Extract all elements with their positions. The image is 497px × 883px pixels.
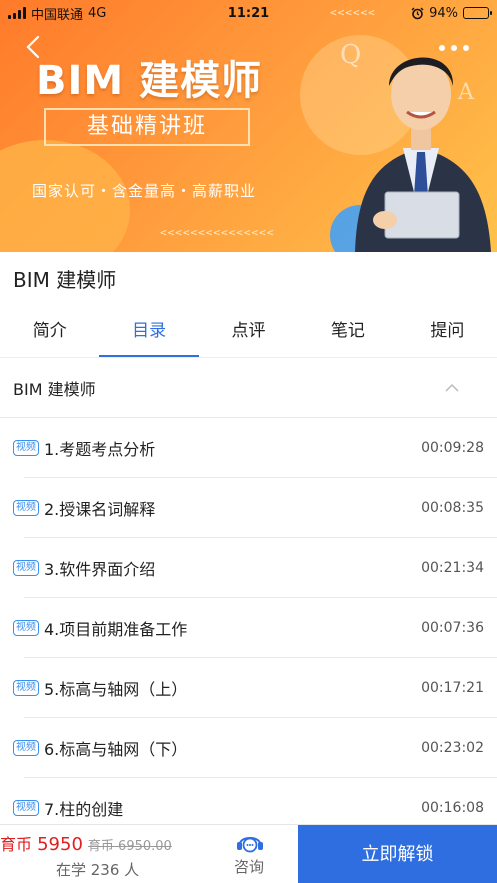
network-label: 4G	[88, 5, 107, 21]
course-banner: <<<<<< <<<<<<<<<<<<<<< Q A BIM 建模师 基础精讲班…	[0, 0, 497, 252]
banner-title: BIM 建模师	[36, 58, 263, 104]
lesson-title: 6.标高与轴网（下）	[44, 740, 188, 759]
battery-percent: 94%	[429, 5, 458, 21]
lesson-title: 7.柱的创建	[44, 800, 124, 819]
battery-icon	[463, 7, 492, 19]
course-page: <<<<<< <<<<<<<<<<<<<<< Q A BIM 建模师 基础精讲班…	[0, 0, 497, 883]
banner-tagline: 国家认可・含金量高・高薪职业	[32, 182, 257, 200]
video-badge: 视频	[13, 500, 39, 516]
unlock-button[interactable]: 立即解锁	[298, 825, 497, 883]
lesson-duration: 00:17:21	[421, 680, 484, 696]
price-area: 育币 5950 育币 6950.00 在学 236 人	[0, 825, 200, 883]
video-badge: 视频	[13, 800, 39, 816]
tab-catalog[interactable]: 目录	[99, 304, 200, 357]
banner-arrows-bottom: <<<<<<<<<<<<<<<	[160, 226, 275, 239]
alarm-icon	[411, 7, 424, 19]
video-badge: 视频	[13, 560, 39, 576]
lesson-item[interactable]: 视频 3.软件界面介绍 00:21:34	[0, 538, 497, 598]
lesson-item[interactable]: 视频 5.标高与轴网（上） 00:17:21	[0, 658, 497, 718]
lesson-duration: 00:09:28	[421, 440, 484, 456]
consult-label: 咨询	[233, 858, 264, 876]
lesson-title: 1.考题考点分析	[44, 440, 156, 459]
video-badge: 视频	[13, 740, 39, 756]
chevron-up-icon[interactable]	[440, 376, 464, 400]
lesson-duration: 00:21:34	[421, 560, 484, 576]
video-badge: 视频	[13, 620, 39, 636]
video-badge: 视频	[13, 440, 39, 456]
learner-count: 在学 236 人	[56, 861, 140, 879]
back-icon[interactable]	[20, 34, 46, 60]
consult-button[interactable]: 咨询	[200, 825, 298, 883]
tab-notes[interactable]: 笔记	[298, 304, 397, 357]
signal-icon	[8, 7, 26, 19]
chapter-header[interactable]: BIM 建模师	[0, 358, 497, 418]
tab-questions[interactable]: 提问	[398, 304, 497, 357]
lesson-title: 5.标高与轴网（上）	[44, 680, 188, 699]
lesson-duration: 00:23:02	[421, 740, 484, 756]
lesson-item[interactable]: 视频 1.考题考点分析 00:09:28	[0, 418, 497, 478]
lesson-item[interactable]: 视频 6.标高与轴网（下） 00:23:02	[0, 718, 497, 778]
lesson-title: 4.项目前期准备工作	[44, 620, 188, 639]
more-icon[interactable]	[436, 40, 472, 56]
lesson-item[interactable]: 视频 2.授课名词解释 00:08:35	[0, 478, 497, 538]
teacher-image	[355, 57, 491, 252]
tab-intro[interactable]: 简介	[0, 304, 99, 357]
chat-icon	[237, 837, 263, 853]
tab-reviews[interactable]: 点评	[199, 304, 298, 357]
video-badge: 视频	[13, 680, 39, 696]
current-price: 育币 5950	[0, 834, 83, 855]
bottom-action-bar: 育币 5950 育币 6950.00 在学 236 人 咨询 立即解锁	[0, 824, 497, 883]
carrier-label: 中国联通	[31, 7, 84, 23]
lesson-duration: 00:16:08	[421, 800, 484, 816]
original-price: 育币 6950.00	[87, 839, 172, 854]
lesson-duration: 00:08:35	[421, 500, 484, 516]
lesson-title: 2.授课名词解释	[44, 500, 156, 519]
lesson-title: 3.软件界面介绍	[44, 560, 156, 579]
tab-bar: 简介 目录 点评 笔记 提问	[0, 304, 497, 358]
lesson-item[interactable]: 视频 4.项目前期准备工作 00:07:36	[0, 598, 497, 658]
lesson-duration: 00:07:36	[421, 620, 484, 636]
course-title: BIM 建模师	[13, 268, 117, 292]
status-bar: 中国联通 4G 11:21 94%	[0, 0, 497, 26]
banner-subtitle: 基础精讲班	[44, 108, 250, 146]
chapter-name: BIM 建模师	[13, 379, 96, 399]
